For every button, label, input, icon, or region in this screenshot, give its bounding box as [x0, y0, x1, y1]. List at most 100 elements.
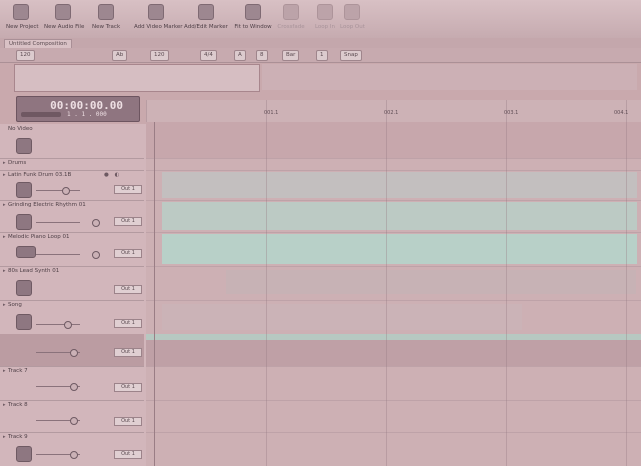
- tempo-field[interactable]: 120: [16, 50, 35, 61]
- track-lane[interactable]: [146, 300, 641, 335]
- marker-icon: [148, 4, 164, 20]
- audio-region[interactable]: [162, 202, 637, 230]
- volume-knob[interactable]: [70, 383, 78, 391]
- track-lane[interactable]: [146, 366, 641, 401]
- control-bar: 120 Ab 120 4/4 A 8 Bar 1 Snap: [0, 48, 641, 63]
- loop-out-button[interactable]: Loop Out: [340, 4, 365, 34]
- track-header[interactable]: ▸ Track 8 Out 1: [0, 400, 144, 433]
- disclosure-icon[interactable]: ▸: [3, 268, 6, 274]
- ruler-label: 001.1: [264, 110, 279, 116]
- output-select[interactable]: Out 1: [114, 417, 142, 426]
- video-track-header[interactable]: No Video: [0, 124, 144, 159]
- selected-track-header[interactable]: Out 1: [0, 334, 144, 367]
- playhead[interactable]: [154, 122, 155, 466]
- disclosure-icon[interactable]: ▸: [3, 172, 6, 178]
- ruler-tick: [146, 100, 147, 122]
- output-select[interactable]: Out 1: [114, 217, 142, 226]
- overview-panel: [14, 64, 260, 92]
- volume-knob[interactable]: [70, 451, 78, 459]
- disclosure-icon[interactable]: ▸: [3, 434, 6, 440]
- snap-toggle[interactable]: Snap: [340, 50, 362, 61]
- disclosure-icon[interactable]: ▸: [3, 302, 6, 308]
- bpm-field[interactable]: 120: [150, 50, 169, 61]
- add-edit-marker-button[interactable]: Add/Edit Marker: [184, 4, 228, 34]
- track-lane[interactable]: [146, 170, 641, 201]
- disclosure-icon[interactable]: ▸: [3, 402, 6, 408]
- loop-in-button[interactable]: Loop In: [314, 4, 336, 34]
- crossfade-button[interactable]: Crossfade: [276, 4, 306, 34]
- disclosure-icon[interactable]: ▸: [3, 368, 6, 374]
- video-lane[interactable]: [146, 122, 641, 159]
- disclosure-icon[interactable]: ▸: [3, 202, 6, 208]
- grid-line: [506, 122, 507, 466]
- volume-slider[interactable]: [36, 190, 80, 191]
- track-name: 80s Lead Synth 01: [8, 268, 60, 274]
- track-header[interactable]: ▸ Song Out 1: [0, 300, 144, 335]
- new-track-icon: [98, 4, 114, 20]
- timeline-ruler[interactable]: 001.1 002.1 003.1 004.1: [146, 100, 641, 123]
- keyboard-icon: [16, 246, 36, 258]
- output-select[interactable]: Out 1: [114, 450, 142, 459]
- new-project-button[interactable]: New Project: [6, 4, 39, 34]
- synth-icon: [16, 280, 32, 296]
- track-lane[interactable]: [146, 200, 641, 233]
- track-header[interactable]: ▸ Latin Funk Drum 03.1B ● ◐ Out 1: [0, 170, 144, 201]
- timeline-area[interactable]: [146, 122, 641, 466]
- add-video-marker-button[interactable]: Add Video Marker: [134, 4, 183, 34]
- output-select[interactable]: Out 1: [114, 319, 142, 328]
- volume-knob[interactable]: [70, 349, 78, 357]
- track-name: Grinding Electric Rhythm 01: [8, 202, 86, 208]
- key-select[interactable]: Ab: [112, 50, 128, 61]
- track-header[interactable]: ▸ 80s Lead Synth 01 Out 1: [0, 266, 144, 301]
- output-select[interactable]: Out 1: [114, 285, 142, 294]
- new-track-button[interactable]: New Track: [92, 4, 120, 34]
- position-bar[interactable]: [21, 112, 61, 117]
- volume-knob[interactable]: [62, 187, 70, 195]
- track-lane[interactable]: [146, 232, 641, 267]
- fit-window-icon: [245, 4, 261, 20]
- loop-in-icon: [317, 4, 333, 20]
- fit-to-window-button[interactable]: Fit to Window: [234, 4, 272, 34]
- volume-knob[interactable]: [92, 219, 100, 227]
- audio-region[interactable]: [226, 270, 636, 294]
- audio-region[interactable]: [162, 234, 637, 264]
- audio-region[interactable]: [146, 334, 641, 340]
- selected-track-lane[interactable]: [146, 334, 641, 367]
- output-select[interactable]: Out 1: [114, 249, 142, 258]
- volume-knob[interactable]: [92, 251, 100, 259]
- track-name: Track 7: [8, 368, 28, 374]
- time-signature-select[interactable]: 4/4: [200, 50, 217, 61]
- volume-slider[interactable]: [36, 324, 80, 325]
- track-header[interactable]: ▸ Melodic Piano Loop 01 Out 1: [0, 232, 144, 267]
- volume-slider[interactable]: [36, 222, 80, 223]
- audio-region[interactable]: [162, 172, 637, 198]
- ruler-label: 003.1: [504, 110, 519, 116]
- instrument-icon: [16, 446, 32, 462]
- mute-solo-buttons[interactable]: ● ◐: [104, 172, 121, 178]
- main-toolbar: New Project New Audio File New Track Add…: [0, 0, 641, 39]
- track-header[interactable]: ▸ Grinding Electric Rhythm 01 Out 1: [0, 200, 144, 233]
- track-lane[interactable]: [146, 400, 641, 433]
- track-header[interactable]: ▸ Track 7 Out 1: [0, 366, 144, 401]
- film-icon: [16, 138, 32, 154]
- volume-knob[interactable]: [70, 417, 78, 425]
- audio-region[interactable]: [162, 304, 522, 330]
- scale-select[interactable]: A: [234, 50, 246, 61]
- grid-select[interactable]: 8: [256, 50, 268, 61]
- new-audio-file-button[interactable]: New Audio File: [44, 4, 84, 34]
- volume-slider[interactable]: [36, 254, 80, 255]
- track-lane[interactable]: [146, 266, 641, 301]
- disclosure-icon[interactable]: ▸: [3, 160, 6, 166]
- track-header[interactable]: ▸ Track 9 Out 1: [0, 432, 144, 466]
- beat-select[interactable]: 1: [316, 50, 328, 61]
- bar-select[interactable]: Bar: [282, 50, 300, 61]
- output-select[interactable]: Out 1: [114, 383, 142, 392]
- track-name: Latin Funk Drum 03.1B: [8, 172, 72, 178]
- disclosure-icon[interactable]: ▸: [3, 234, 6, 240]
- output-select[interactable]: Out 1: [114, 185, 142, 194]
- track-lane[interactable]: [146, 432, 641, 466]
- grid-line: [266, 122, 267, 466]
- volume-knob[interactable]: [64, 321, 72, 329]
- ruler-label: 002.1: [384, 110, 399, 116]
- output-select[interactable]: Out 1: [114, 348, 142, 357]
